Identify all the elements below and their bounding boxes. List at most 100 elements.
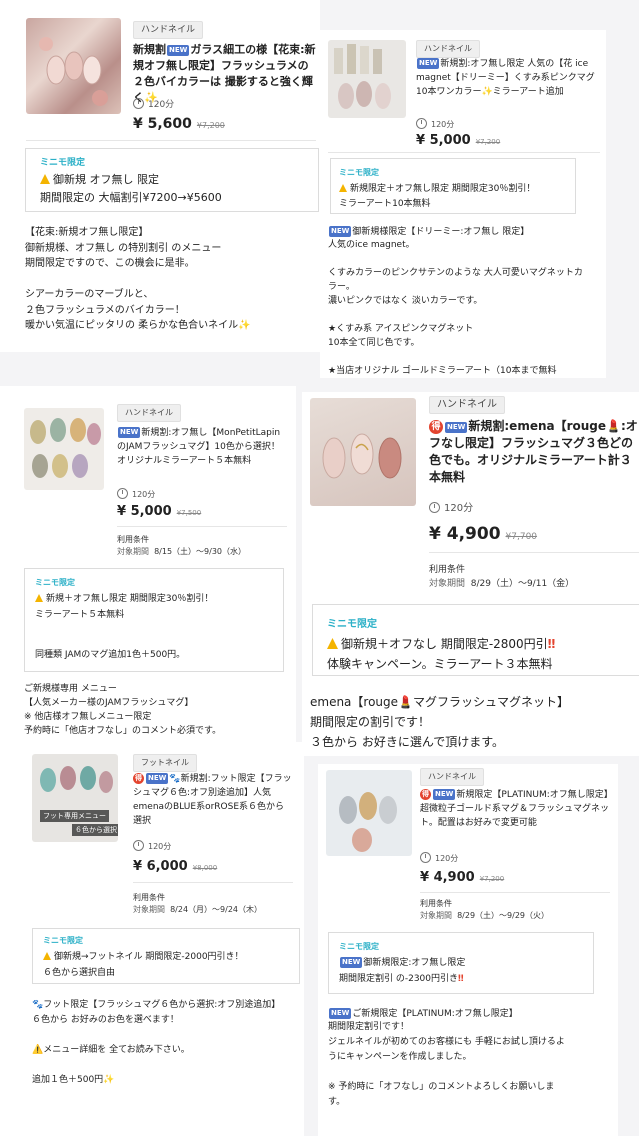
duration: 120分 [416,118,454,131]
menu-card-2[interactable]: ハンドネイル NEW 新規割:オフ無し限定 人気の【花 ice magnet【ドリ… [320,30,606,378]
minimo-promo-box: ミニモ限定 御新規＋オフなし 期間限定-2800円引‼ 体験キャンペーン。ミラー… [312,604,639,676]
title-prefix: 新規割:emena【rouge [468,419,607,433]
original-price: ¥7,500 [176,509,202,517]
title-prefix: 新規割:オフ無し限定 [440,59,525,69]
category-tag: ハンドネイル [133,21,204,39]
promo-label: ミニモ限定 [327,619,377,630]
minimo-promo-box: ミニモ限定 御新規→フットネイル 期間限定-2000円引き！ ６色から選択自由 [32,928,300,984]
category-tag: ハンドネイル [416,40,480,58]
warning-icon [327,638,338,649]
menu-card-3[interactable]: ハンドネイル NEW 新規割:オフ無し【MonPetitLapinのJAMフラッシ… [0,386,296,748]
menu-title[interactable]: 得 NEW 新規割:emena【rouge💄:オフなし限定】フラッシュマグ３色どの色… [429,418,639,486]
title-prefix: 新規割:オフ無し [141,428,208,438]
promo-label: ミニモ限定 [339,168,379,177]
menu-title[interactable]: NEW 新規割:オフ無し限定 人気の【花 ice magnet【ドリーミー】くすみ… [416,57,602,99]
category-tag: ハンドネイル [420,768,484,786]
promo-line-2: ６色から選択自由 [43,968,116,978]
new-badge: NEW [118,427,141,438]
duration: 120分 [429,502,473,515]
divider [420,892,610,893]
nail-thumbnail[interactable] [24,408,104,490]
toku-badge: 得 [420,789,431,800]
new-badge: NEW [417,58,440,69]
minimo-promo-box: ミニモ限定 御新規 オフ無し 限定 期間限定の 大幅割引¥7200→¥5600 [25,148,319,212]
usage-period: 対象期間 8/15（土）〜9/30（水） [117,547,247,556]
nail-art-image [30,418,101,478]
title-prefix: 新規限定 [456,790,493,800]
menu-description: emena【rouge💄マグフラッシュマグネット】 期間限定の割引です！ ３色か… [310,695,569,749]
nail-art-image [39,37,108,106]
title-prefix: 新規割:フット限定 [180,774,256,784]
promo-line-2: ミラーアート５本無料 [35,610,125,620]
thumbnail-caption-1: フット専用メニュー [40,810,109,822]
menu-description: 人気のice magnet。 くすみカラーのピンクサテンのような 大人可愛いマグ… [328,240,583,376]
toku-badge: 得 [133,773,144,784]
original-price: ¥7,200 [479,875,505,883]
duration: 120分 [420,852,458,865]
price: ¥ 4,900 ¥7,700 [429,524,538,544]
nail-thumbnail[interactable] [26,18,121,114]
toku-badge: 得 [429,420,443,434]
usage-conditions-title: 利用条件 [429,565,466,575]
menu-title[interactable]: 得 NEW 🐾新規割:フット限定【フラッシュマグ６色:オフ別途追加】人気emenaの… [133,772,293,828]
title-prefix: 新規割 [133,43,166,56]
exclamation-icon: ‼ [458,974,464,984]
promo-label: ミニモ限定 [339,942,379,951]
new-badge: NEW [146,773,169,784]
minimo-promo-box: ミニモ限定 新規＋オフ無し限定 期間限定30％割引！ ミラーアート５本無料 同種… [24,568,284,672]
promo-line-2: ミラーアート10本無料 [339,199,431,209]
promo-line-1: 御新規→フットネイル 期間限定-2000円引き！ [43,949,244,962]
warning-icon [40,174,50,184]
menu-description: 【花束:新規オフ無し限定】 御新規様、オフ無し の特別割引 のメニュー 期間限定… [25,227,251,331]
menu-card-6[interactable]: ハンドネイル 得 NEW 新規限定【PLATINUM:オフ無し限定】超微粒子ゴールド… [318,764,618,1136]
menu-title[interactable]: 新規割 NEW ガラス細工の様【花束:新規オフ無し限定】フラッシュラメの２色バイカラ… [133,42,317,106]
clock-icon [133,98,144,109]
usage-period: 対象期間 8/24（月）〜9/24（木） [133,905,263,914]
promo-line-3: 同種類 JAMのマグ追加1色＋500円。 [35,650,186,660]
new-badge: NEW [167,45,190,56]
new-badge: NEW [329,226,352,237]
clock-icon [117,488,128,499]
minimo-promo-box: ミニモ限定 NEW 御新規限定:オフ無し限定 期間限定割引 の-2300円引き‼ [328,932,594,994]
new-badge: NEW [433,789,456,800]
paw-icon: 🐾 [169,774,181,784]
promo-line-1: 御新規 オフ無し 限定 [40,171,159,187]
usage-conditions-title: 利用条件 [133,893,165,902]
promo-line-2: 期間限定割引 の-2300円引き‼ [339,974,464,984]
divider [328,152,600,153]
promo-label: ミニモ限定 [40,158,86,168]
lipstick-icon: 💄 [606,419,621,433]
category-tag: ハンドネイル [429,396,505,414]
description-heading: NEW 御新規様限定【ドリーミー:オフ無し 限定】 [329,226,530,237]
price: ¥ 6,000 ¥8,000 [133,859,218,874]
description-heading: NEW ご新規限定【PLATINUM:オフ無し限定】 [329,1008,518,1019]
menu-description: ご新規様専用 メニュー 【人気メーカー様のJAMフラッシュマグ】 ※ 他店様オフ… [24,684,222,736]
menu-card-1[interactable]: ハンドネイル 新規割 NEW ガラス細工の様【花束:新規オフ無し限定】フラッシュラメ… [0,0,320,352]
promo-label: ミニモ限定 [43,936,83,945]
menu-title[interactable]: NEW 新規割:オフ無し【MonPetitLapinのJAMフラッシュマグ】10色… [117,426,287,468]
clock-icon [416,118,427,129]
menu-card-5[interactable]: フット専用メニュー ６色から選択 フットネイル 得 NEW 🐾新規割:フット限定【フ… [0,742,304,1136]
nail-thumbnail[interactable] [328,40,406,118]
menu-card-4[interactable]: ハンドネイル 得 NEW 新規割:emena【rouge💄:オフなし限定】フラッシュ… [302,392,639,756]
usage-conditions-title: 利用条件 [420,899,452,908]
category-tag: フットネイル [133,754,197,772]
promo-line-1: 御新規＋オフなし 期間限定-2800円引‼ [327,635,555,652]
menu-title[interactable]: 得 NEW 新規限定【PLATINUM:オフ無し限定】超微粒子ゴールド系マグ＆フラッ… [420,788,610,830]
original-price: ¥7,200 [196,121,225,130]
original-price: ¥8,000 [192,864,218,872]
duration: 120分 [133,840,171,853]
nail-art-image [334,44,391,109]
nail-thumbnail[interactable]: フット専用メニュー ６色から選択 [32,754,118,842]
nail-thumbnail[interactable] [310,398,416,506]
warning-icon [43,952,51,960]
exclamation-icon: ‼ [547,637,556,651]
warning-icon [35,594,43,602]
price: ¥ 4,900 ¥7,200 [420,870,505,885]
price: ¥ 5,000 ¥7,200 [416,133,501,148]
promo-line-1: 新規＋オフ無し限定 期間限定30％割引！ [35,591,213,604]
nail-thumbnail[interactable] [326,770,412,856]
category-tag: ハンドネイル [117,404,181,422]
divider [26,140,316,141]
clock-icon [420,852,431,863]
